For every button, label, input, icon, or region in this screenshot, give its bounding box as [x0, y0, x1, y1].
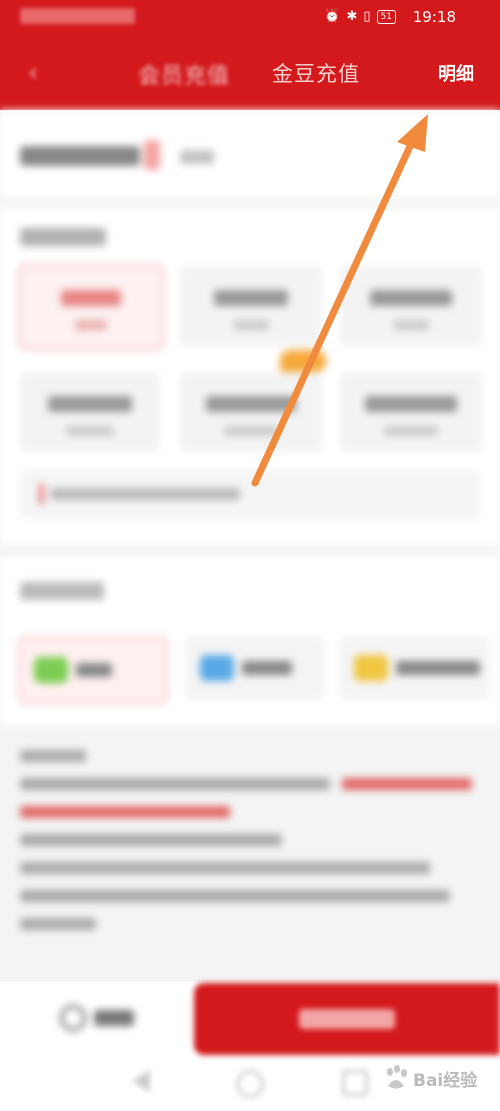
- custom-amount-input[interactable]: [20, 470, 480, 518]
- alarm-icon: ⏰: [324, 9, 341, 24]
- customer-service-button[interactable]: [60, 1005, 134, 1031]
- amount-card: [0, 208, 500, 546]
- recharge-notes: [20, 750, 480, 930]
- balance-card: [0, 110, 500, 198]
- bluetooth-icon: ✱: [346, 9, 358, 24]
- pay-now-button[interactable]: [194, 983, 500, 1055]
- pay-option-card[interactable]: [340, 636, 490, 700]
- baidu-jingyan-watermark: Bai经验: [382, 1064, 477, 1092]
- detail-button[interactable]: 明细: [438, 60, 474, 86]
- headset-icon: [60, 1005, 86, 1031]
- wechat-icon: [34, 657, 68, 683]
- amount-option[interactable]: [180, 372, 322, 452]
- tab-gold-bean-recharge[interactable]: 金豆充值: [272, 58, 360, 88]
- amount-option[interactable]: [20, 372, 160, 452]
- nav-home-icon[interactable]: [236, 1070, 264, 1098]
- battery-icon: 51: [376, 9, 396, 24]
- pay-option-alipay[interactable]: [186, 636, 324, 700]
- watermark-text: Bai经验: [413, 1070, 478, 1091]
- amount-option[interactable]: [340, 266, 482, 346]
- baidu-paw-icon: [387, 1065, 407, 1089]
- tab-coupon-recharge[interactable]: 会员充值: [138, 58, 230, 90]
- nav-recent-icon[interactable]: [342, 1070, 368, 1096]
- payment-card: [0, 556, 500, 726]
- back-arrow-icon[interactable]: ‹: [28, 58, 38, 88]
- status-bar-carrier-info: [20, 8, 135, 24]
- top-header: ⏰ ✱ ▯ 51 19:18 ‹ 会员充值 金豆充值 明细: [0, 0, 500, 110]
- status-time: 19:18: [412, 8, 456, 26]
- pay-option-wechat[interactable]: [18, 636, 168, 704]
- vibrate-icon: ▯: [363, 9, 371, 24]
- amount-option[interactable]: [180, 266, 322, 346]
- blurred-content: [0, 110, 500, 1111]
- alipay-icon: [200, 655, 234, 681]
- status-icons: ⏰ ✱ ▯ 51: [324, 9, 396, 24]
- amount-option[interactable]: [18, 264, 164, 350]
- amount-option[interactable]: [340, 372, 482, 452]
- card-icon: [354, 655, 388, 681]
- hot-badge: [280, 350, 326, 372]
- nav-back-icon[interactable]: [132, 1070, 150, 1092]
